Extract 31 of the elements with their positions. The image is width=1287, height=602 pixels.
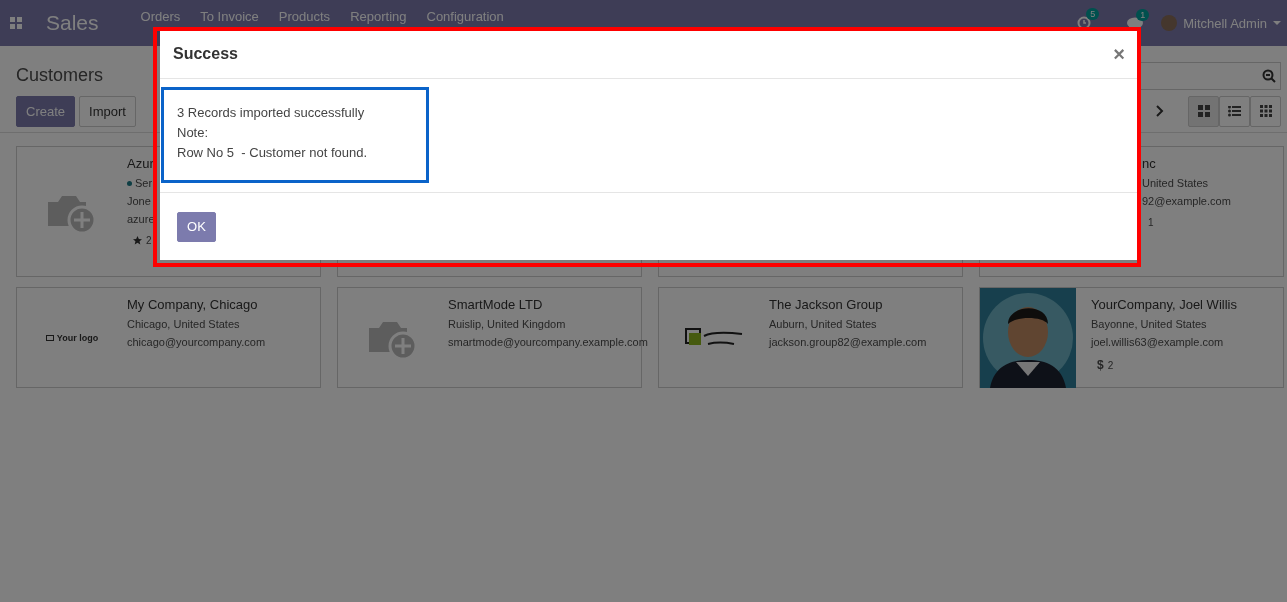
customer-detail: chicago@yourcompany.com — [127, 336, 266, 348]
customer-detail: Chicago, United States — [127, 318, 241, 330]
customer-detail: azure — [127, 213, 156, 225]
customer-detail: Ruislip, United Kingdom — [448, 318, 567, 330]
page-title: Customers — [16, 65, 105, 87]
count-text: 2 — [1107, 359, 1114, 371]
customer-detail: jackson.group82@example.com — [769, 336, 927, 348]
customer-name: Azur — [127, 156, 155, 171]
customer-detail: Auburn, United States — [769, 318, 878, 330]
customer-detail: 92@example.com — [1142, 195, 1231, 207]
message-text: Note: — [177, 124, 210, 142]
customer-detail: smartmode@yourcompany.example.com — [448, 336, 648, 348]
tag-text: Ser — [135, 177, 153, 189]
customer-detail: Bayonne, United States — [1091, 318, 1208, 330]
customer-name: nc — [1142, 156, 1157, 171]
message-text: Row No 5 - Customer not found. — [177, 144, 369, 162]
customer-detail: joel.willis63@example.com — [1091, 336, 1225, 348]
dialog-title: Success — [173, 45, 238, 63]
logo-placeholder: Your logo — [45, 332, 99, 343]
customer-name: The Jackson Group — [769, 297, 884, 312]
count-text: 2 — [146, 235, 152, 246]
customer-detail: Jone — [127, 195, 152, 207]
message-badge: 1 — [1136, 8, 1150, 21]
count-text: 1 — [1148, 217, 1154, 228]
activity-badge: 5 — [1086, 8, 1100, 20]
dollar-icon: $ — [1097, 358, 1104, 372]
customer-name: SmartMode LTD — [448, 297, 544, 312]
message-text: 3 Records imported successfully — [177, 104, 366, 122]
customer-name: YourCompany, Joel Willis — [1091, 297, 1237, 312]
customer-detail: United States — [1142, 177, 1210, 189]
customer-name: My Company, Chicago — [127, 297, 259, 312]
